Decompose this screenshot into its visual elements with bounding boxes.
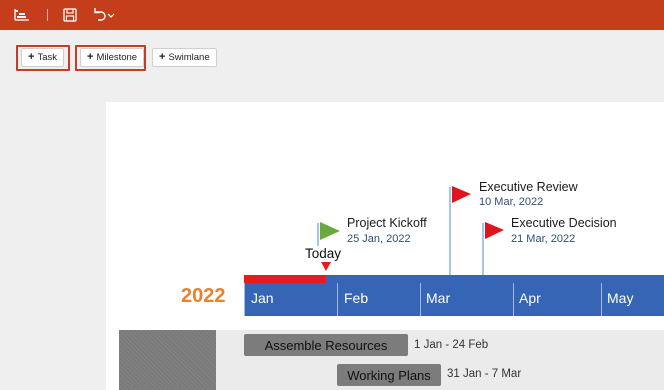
task-date: 1 Jan - 24 Feb bbox=[414, 339, 489, 351]
today-label: Today bbox=[305, 246, 342, 261]
add-task-button[interactable]: + Task bbox=[21, 48, 64, 67]
milestone-stem bbox=[449, 187, 451, 275]
add-task-label: Task bbox=[37, 52, 57, 63]
month-divider bbox=[420, 283, 421, 316]
swimlane-header[interactable] bbox=[119, 330, 216, 390]
add-swimlane-button[interactable]: + Swimlane bbox=[152, 48, 217, 67]
green-flag-icon[interactable] bbox=[320, 222, 340, 240]
milestone-date: 25 Jan, 2022 bbox=[347, 233, 411, 245]
milestone-date: 10 Mar, 2022 bbox=[479, 196, 544, 208]
milestone-title[interactable]: Project Kickoff bbox=[347, 216, 427, 230]
red-flag-icon[interactable] bbox=[452, 186, 471, 204]
month-label: Mar bbox=[426, 290, 451, 306]
task-label: Working Plans bbox=[347, 367, 431, 383]
task-bar[interactable]: Assemble Resources bbox=[244, 334, 408, 356]
milestone-stem bbox=[482, 223, 484, 275]
save-icon[interactable] bbox=[61, 6, 79, 24]
milestone-stem bbox=[317, 223, 319, 246]
red-flag-icon[interactable] bbox=[485, 222, 504, 240]
plus-icon: + bbox=[28, 51, 35, 63]
task-bar[interactable]: Working Plans bbox=[337, 364, 441, 386]
timescale-band[interactable]: Jan Feb Mar Apr May bbox=[244, 275, 664, 316]
chevron-down-icon[interactable] bbox=[106, 6, 116, 24]
plus-icon: + bbox=[159, 51, 166, 63]
month-label: Apr bbox=[519, 290, 541, 306]
month-divider bbox=[337, 283, 338, 316]
task-label: Assemble Resources bbox=[264, 337, 388, 353]
milestone-date: 21 Mar, 2022 bbox=[511, 233, 576, 245]
month-divider bbox=[513, 283, 514, 316]
toolbar-divider bbox=[47, 9, 48, 21]
month-label: Feb bbox=[344, 290, 369, 306]
add-swimlane-label: Swimlane bbox=[168, 52, 210, 63]
task-date: 31 Jan - 7 Mar bbox=[447, 368, 522, 380]
add-milestone-label: Milestone bbox=[96, 52, 138, 63]
month-label: Jan bbox=[251, 290, 274, 306]
today-marker-icon[interactable] bbox=[321, 262, 331, 272]
month-divider bbox=[601, 283, 602, 316]
milestone-title[interactable]: Executive Review bbox=[479, 180, 578, 194]
timeline-view-icon[interactable] bbox=[13, 6, 31, 24]
month-label: May bbox=[607, 290, 634, 306]
add-milestone-button[interactable]: + Milestone bbox=[80, 48, 145, 67]
year-label: 2022 bbox=[181, 285, 226, 307]
app-toolbar bbox=[0, 0, 664, 30]
month-divider bbox=[244, 283, 245, 316]
elapsed-time-bar bbox=[244, 275, 326, 283]
milestone-title[interactable]: Executive Decision bbox=[511, 216, 617, 230]
plus-icon: + bbox=[87, 51, 94, 63]
